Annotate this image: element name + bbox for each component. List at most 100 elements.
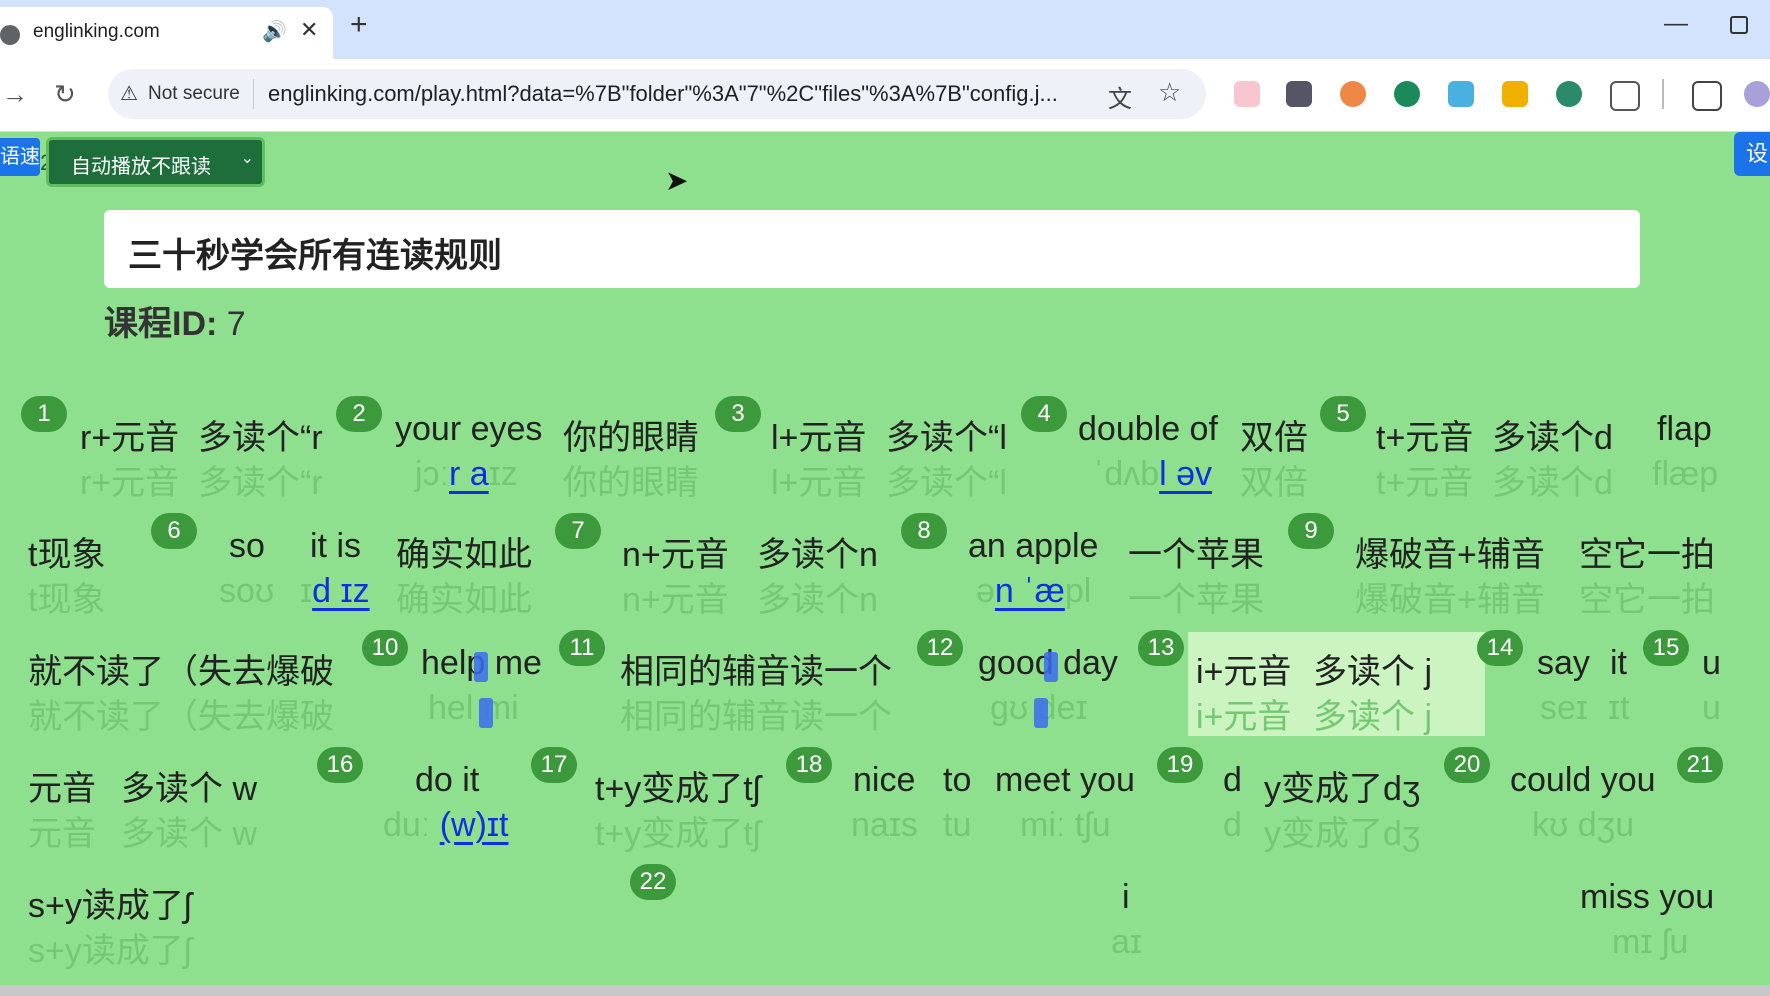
phonetic: 爆破音+辅音 (1355, 581, 1545, 619)
word[interactable]: i (1122, 878, 1130, 917)
phonetic: r+元音 (80, 464, 180, 502)
segment-badge[interactable]: 21 (1677, 747, 1723, 783)
word[interactable]: 多读个“r (198, 410, 323, 459)
silent-sound-marker (474, 652, 488, 682)
phonetic: jɔːr aɪz (415, 455, 518, 493)
word[interactable]: it (1610, 644, 1627, 683)
word[interactable]: double of (1078, 410, 1218, 449)
word[interactable]: 多读个d (1492, 410, 1613, 459)
segment-badge[interactable]: 10 (362, 630, 408, 666)
word[interactable]: it is (310, 527, 361, 566)
segment-badge[interactable]: 20 (1444, 747, 1490, 783)
word[interactable]: s+y读成了ʃ (28, 878, 191, 927)
word[interactable]: 多读个 j (1313, 644, 1432, 693)
segment-badge[interactable]: 5 (1320, 396, 1366, 432)
segment-badge[interactable]: 22 (630, 864, 676, 900)
word[interactable]: 你的眼睛 (563, 410, 699, 459)
segment-badge[interactable]: 2 (336, 396, 382, 432)
extension-icon[interactable] (1394, 81, 1420, 107)
segment-badge[interactable]: 16 (317, 747, 363, 783)
phonetic: miː tʃu (1020, 806, 1111, 844)
segment-badge[interactable]: 15 (1643, 630, 1689, 666)
word[interactable]: 空它一拍 (1579, 527, 1715, 576)
word[interactable]: so (229, 527, 265, 566)
extensions-puzzle-icon[interactable] (1610, 81, 1640, 111)
word[interactable]: an apple (968, 527, 1098, 566)
word[interactable]: 一个苹果 (1128, 527, 1264, 576)
url-text[interactable]: englinking.com/play.html?data=%7B"folder… (268, 81, 1108, 107)
phonetic: ˈdʌbl əv (1093, 455, 1213, 493)
word[interactable]: 多读个n (757, 527, 878, 576)
segment-badge[interactable]: 14 (1477, 630, 1523, 666)
speed-button[interactable]: 语速 (0, 138, 40, 176)
segment-badge[interactable]: 8 (901, 513, 947, 549)
segment-badge[interactable]: 3 (715, 396, 761, 432)
minimize-icon[interactable]: — (1664, 10, 1688, 38)
segment-badge[interactable]: 17 (531, 747, 577, 783)
segment-badge[interactable]: 9 (1288, 513, 1334, 549)
segment-badge[interactable]: 13 (1138, 630, 1184, 666)
word[interactable]: 元音 (28, 761, 96, 810)
phonetic: 多读个d (1492, 464, 1613, 502)
word[interactable]: 确实如此 (396, 527, 532, 576)
forward-icon[interactable]: → (2, 79, 28, 110)
not-secure-label[interactable]: Not secure (148, 83, 240, 105)
segment-badge[interactable]: 1 (21, 396, 67, 432)
extension-icon[interactable] (1502, 81, 1528, 107)
word[interactable]: nice (853, 761, 915, 800)
profile-avatar[interactable] (1744, 81, 1770, 107)
word[interactable]: t+元音 (1376, 410, 1473, 459)
segment-badge[interactable]: 11 (559, 630, 605, 666)
word[interactable]: i+元音 (1196, 644, 1291, 693)
word[interactable]: meet you (995, 761, 1135, 800)
word[interactable]: 就不读了（失去爆破 (28, 644, 334, 693)
word[interactable]: t现象 (28, 527, 105, 576)
reload-icon[interactable]: ↻ (54, 79, 76, 110)
segment-badge[interactable]: 4 (1021, 396, 1067, 432)
extension-icon[interactable] (1234, 81, 1260, 107)
settings-button[interactable]: 设 (1734, 132, 1770, 176)
word[interactable]: r+元音 (80, 410, 179, 459)
word[interactable]: t+y变成了tʃ (595, 761, 760, 810)
word[interactable]: 多读个“l (886, 410, 1007, 459)
word[interactable]: your eyes (395, 410, 542, 449)
extension-icon[interactable] (1556, 81, 1582, 107)
word[interactable]: could you (1510, 761, 1656, 800)
close-tab-icon[interactable]: ✕ (300, 17, 318, 43)
segment-badge[interactable]: 19 (1157, 747, 1203, 783)
word[interactable]: say (1537, 644, 1590, 683)
word[interactable]: flap (1657, 410, 1712, 449)
segment-badge[interactable]: 7 (555, 513, 601, 549)
horizontal-scrollbar[interactable] (0, 985, 1770, 996)
browser-tab[interactable]: englinking.com 🔊 ✕ (0, 7, 333, 59)
word[interactable]: l+元音 (771, 410, 866, 459)
word[interactable]: 双倍 (1240, 410, 1308, 459)
browser-toolbar: → ↻ ⚠ Not secure englinking.com/play.htm… (0, 59, 1770, 132)
play-mode-select[interactable]: 自动播放不跟读 ⌄ (46, 137, 265, 187)
word[interactable]: d (1223, 761, 1242, 800)
word[interactable]: u (1702, 644, 1721, 683)
restore-icon[interactable] (1730, 16, 1748, 34)
star-icon[interactable]: ☆ (1158, 77, 1181, 108)
extension-icon[interactable] (1340, 81, 1366, 107)
word[interactable]: miss you (1580, 878, 1714, 917)
new-tab-button[interactable]: + (350, 8, 368, 42)
phonetic: naɪs (851, 806, 918, 844)
segment-badge[interactable]: 12 (917, 630, 963, 666)
word[interactable]: y变成了dʒ (1264, 761, 1420, 810)
media-icon[interactable] (1692, 81, 1722, 111)
word[interactable]: 多读个 w (121, 761, 257, 810)
speaker-icon[interactable]: 🔊 (262, 19, 287, 44)
segment-badge[interactable]: 18 (786, 747, 832, 783)
word[interactable]: to (943, 761, 971, 800)
extension-icon[interactable] (1448, 81, 1474, 107)
word[interactable]: 爆破音+辅音 (1355, 527, 1545, 576)
tab-title: englinking.com (33, 21, 160, 42)
address-bar[interactable]: ⚠ Not secure englinking.com/play.html?da… (108, 69, 1206, 119)
segment-badge[interactable]: 6 (151, 513, 197, 549)
translate-icon[interactable]: 文 (1108, 79, 1132, 114)
word[interactable]: 相同的辅音读一个 (620, 644, 892, 693)
word[interactable]: do it (415, 761, 479, 800)
word[interactable]: n+元音 (622, 527, 729, 576)
extension-icon[interactable] (1286, 81, 1312, 107)
